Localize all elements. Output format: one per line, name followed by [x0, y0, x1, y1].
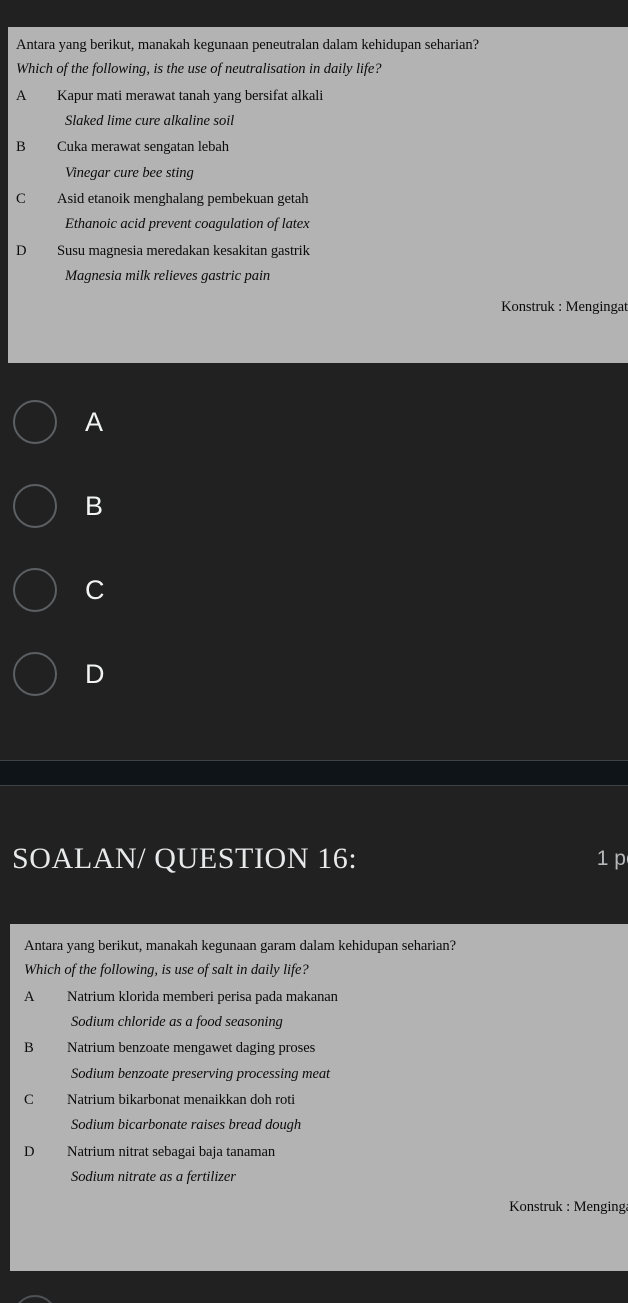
- card-option-text-en: Slaked lime cure alkaline soil: [65, 112, 235, 129]
- card-option-letter: A: [24, 988, 35, 1005]
- card-option-text-en: Vinegar cure bee sting: [65, 164, 194, 181]
- card-option-text-en: Magnesia milk relieves gastric pain: [65, 267, 271, 284]
- quiz-screen: Antara yang berikut, manakah kegunaan pe…: [0, 0, 628, 1303]
- card-option-row: D Susu magnesia meredakan kesakitan gast…: [8, 233, 628, 259]
- answer-option-c[interactable]: C: [0, 548, 628, 632]
- card-option-letter: C: [24, 1091, 34, 1108]
- question-points-badge: 1 poin: [596, 847, 628, 870]
- card-option-text-ms: Natrium nitrat sebagai baja tanaman: [67, 1143, 276, 1160]
- answer-options-list: A B C D: [0, 380, 628, 716]
- card-option-row: A Natrium klorida memberi perisa pada ma…: [10, 979, 628, 1005]
- card-option-text-ms: Natrium bikarbonat menaikkan doh roti: [67, 1091, 296, 1108]
- card-option-letter: B: [16, 139, 26, 156]
- card-option-text-en: Ethanoic acid prevent coagulation of lat…: [65, 216, 310, 233]
- answer-option-b[interactable]: B: [0, 464, 628, 548]
- radio-icon[interactable]: [13, 400, 57, 444]
- card-option-text-en: Sodium nitrate as a fertilizer: [71, 1168, 236, 1185]
- card-option-letter: D: [16, 242, 27, 259]
- card-option-text-en: Sodium benzoate preserving processing me…: [71, 1065, 330, 1082]
- question-stem-ms: Antara yang berikut, manakah kegunaan ga…: [24, 938, 456, 954]
- card-option-letter: B: [24, 1040, 34, 1057]
- question-stem-en: Which of the following, is the use of ne…: [16, 61, 382, 78]
- card-option-text-ms: Natrium klorida memberi perisa pada maka…: [67, 988, 338, 1005]
- card-option-letter: C: [16, 190, 26, 207]
- radio-icon[interactable]: [13, 1295, 57, 1303]
- card-option-row: C Natrium bikarbonat menaikkan doh roti: [10, 1082, 628, 1108]
- section-divider: [0, 760, 628, 786]
- card-option-row: B Natrium benzoate mengawet daging prose…: [10, 1030, 628, 1056]
- question-stem-en: Which of the following, is use of salt i…: [24, 962, 309, 979]
- card-option-row: C Asid etanoik menghalang pembekuan geta…: [8, 181, 628, 207]
- card-option-text-ms: Natrium benzoate mengawet daging proses: [67, 1040, 316, 1057]
- konstruk-label: Konstruk : Mengingat: [509, 1199, 628, 1216]
- radio-icon[interactable]: [13, 484, 57, 528]
- card-option-text-en: Sodium bicarbonate raises bread dough: [71, 1117, 302, 1134]
- answer-option-label: C: [85, 574, 105, 605]
- question-image-card-16: Antara yang berikut, manakah kegunaan ga…: [10, 924, 628, 1271]
- question-header-16: SOALAN/ QUESTION 16: 1 poin: [0, 836, 628, 882]
- card-option-text-ms: Susu magnesia meredakan kesakitan gastri…: [57, 242, 310, 259]
- radio-icon[interactable]: [13, 568, 57, 612]
- card-option-row: B Cuka merawat sengatan lebah: [8, 129, 628, 155]
- answer-option-label: A: [85, 406, 104, 437]
- question-stem-ms: Antara yang berikut, manakah kegunaan pe…: [16, 37, 479, 53]
- card-option-row: A Kapur mati merawat tanah yang bersifat…: [8, 78, 628, 104]
- answer-option-label: D: [85, 658, 105, 689]
- radio-icon[interactable]: [13, 652, 57, 696]
- question-image-card-15: Antara yang berikut, manakah kegunaan pe…: [8, 27, 628, 363]
- card-option-letter: A: [16, 87, 27, 104]
- card-option-text-ms: Kapur mati merawat tanah yang bersifat a…: [57, 87, 324, 104]
- answer-option-d[interactable]: D: [0, 632, 628, 716]
- answer-option-a[interactable]: A: [0, 380, 628, 464]
- konstruk-label: Konstruk : Mengingat: [501, 299, 628, 316]
- card-option-row: D Natrium nitrat sebagai baja tanaman: [10, 1134, 628, 1160]
- card-option-letter: D: [24, 1143, 35, 1160]
- card-option-text-ms: Cuka merawat sengatan lebah: [57, 139, 229, 156]
- card-option-text-en: Sodium chloride as a food seasoning: [71, 1013, 283, 1030]
- card-option-text-ms: Asid etanoik menghalang pembekuan getah: [57, 190, 309, 207]
- answer-option-label: B: [85, 490, 104, 521]
- question-title: SOALAN/ QUESTION 16:: [12, 842, 358, 875]
